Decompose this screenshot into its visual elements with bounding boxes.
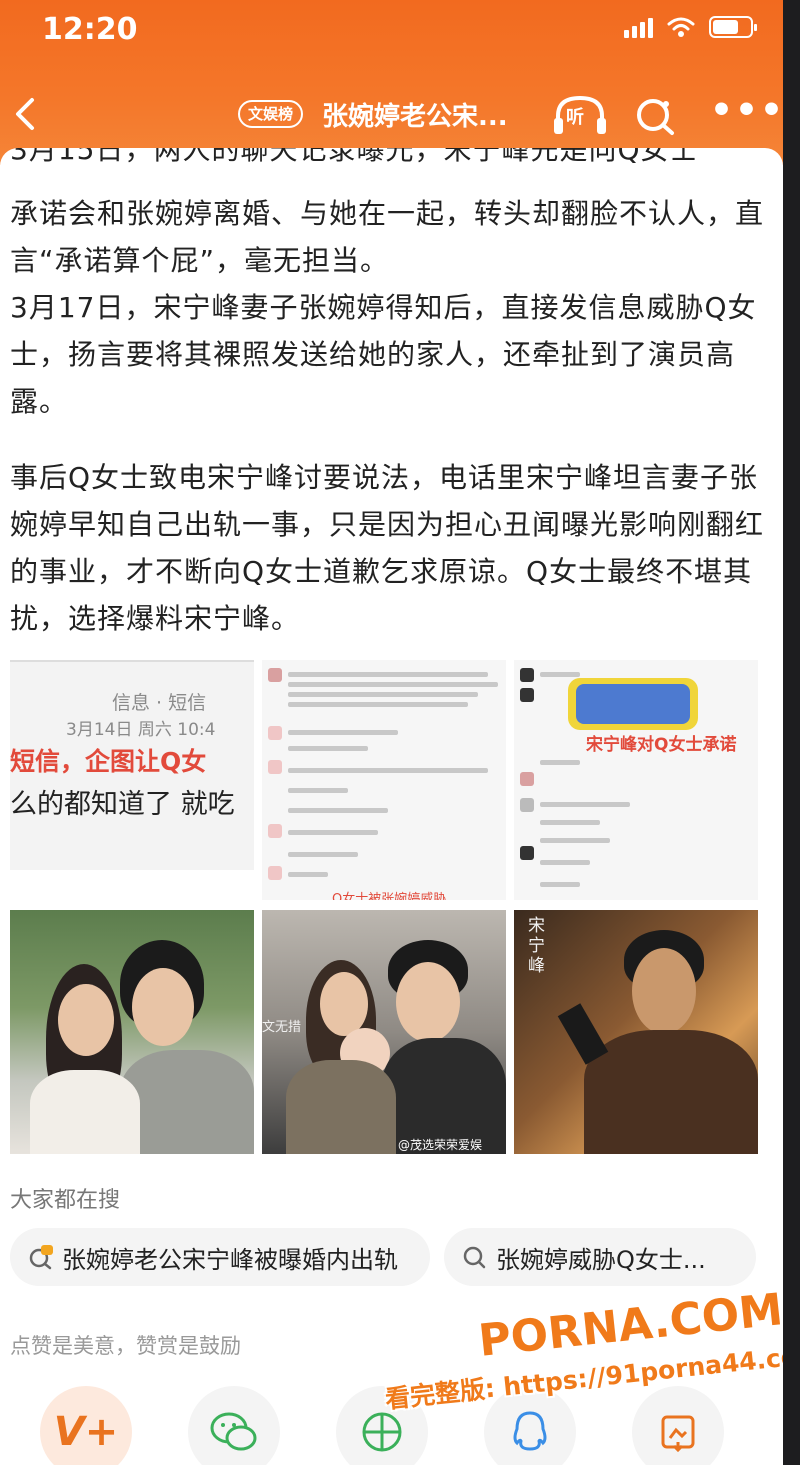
chat-screenshot-image[interactable]: 宋宁峰对Q女士承诺	[514, 660, 758, 900]
image-caption: Q女士被张婉婷威胁	[332, 892, 447, 900]
qq-icon	[513, 1411, 547, 1451]
image-watermark-text: @茂选荣荣爱娱	[398, 1138, 483, 1152]
couple-photo-image[interactable]	[10, 910, 254, 1154]
image-overlay-text: 文无措	[262, 1020, 302, 1035]
moments-icon	[362, 1412, 402, 1452]
search-suggestion-chip[interactable]: 张婉婷老公宋宁峰被曝婚内出轨	[10, 1228, 430, 1286]
more-button[interactable]: •••	[710, 93, 783, 129]
back-button[interactable]	[6, 92, 46, 136]
sms-message-text: 么的都知道了 就吃	[10, 789, 235, 820]
wifi-icon	[667, 17, 695, 37]
page-title: 张婉婷老公宋...	[322, 102, 508, 132]
save-image-icon	[661, 1415, 695, 1452]
avatar	[520, 772, 534, 786]
vip-icon: V+	[53, 1409, 119, 1455]
phone-prop	[557, 1003, 609, 1065]
actor-photo-image[interactable]: 宋宁峰	[514, 910, 758, 1154]
nav-bar: 文娱榜 张婉婷老公宋... 听 •••	[0, 82, 783, 148]
article-content: 3月15日，两人的聊天记录曝光，宋宁峰先是向Q女士 承诺会和张婉婷离婚、与她在一…	[0, 148, 783, 1465]
wechat-icon	[210, 1412, 257, 1451]
hot-search-icon	[29, 1245, 53, 1270]
search-suggestion-label: 张婉婷威胁Q女士...	[496, 1245, 706, 1274]
avatar	[520, 798, 534, 812]
article-text-clipped: 3月15日，两人的聊天记录曝光，宋宁峰先是向Q女士	[10, 148, 699, 166]
image-caption: 宋宁峰对Q女士承诺	[586, 735, 737, 755]
wechat-share-button[interactable]	[188, 1386, 280, 1465]
cellular-signal-icon	[624, 16, 653, 38]
sms-date-label: 3月14日 周六 10:4	[66, 720, 216, 740]
avatar	[268, 866, 282, 880]
article-paragraph: 承诺会和张婉婷离婚、与她在一起，转头却翻脸不认人，直言“承诺算个屁”，毫无担当。…	[10, 197, 765, 418]
listen-button[interactable]: 听	[552, 94, 608, 136]
sms-source-label: 信息 · 短信	[112, 692, 207, 714]
screen-edge	[783, 0, 800, 1465]
header: 12:20 文娱榜 张婉婷老公宋... 听 •••	[0, 0, 783, 165]
sticker-image	[568, 678, 698, 730]
sms-screenshot-image[interactable]: 信息 · 短信 3月14日 周六 10:4 短信，企图让Q女 么的都知道了 就吃	[10, 660, 254, 870]
avatar	[520, 846, 534, 860]
avatar	[268, 824, 282, 838]
avatar	[268, 726, 282, 740]
divider	[10, 660, 254, 662]
vip-share-button[interactable]: V+	[40, 1386, 132, 1465]
listen-label: 听	[566, 107, 584, 128]
status-time: 12:20	[42, 12, 138, 47]
avatar	[268, 760, 282, 774]
search-suggestion-label: 张婉婷老公宋宁峰被曝婚内出轨	[62, 1245, 398, 1274]
avatar	[268, 668, 282, 682]
sms-highlight-text: 短信，企图让Q女	[10, 747, 207, 776]
family-photo-image[interactable]: 文无措 @茂选荣荣爱娱	[262, 910, 506, 1154]
avatar	[520, 668, 534, 682]
reward-tip-text: 点赞是美意，赞赏是鼓励	[10, 1334, 241, 1358]
avatar	[520, 688, 534, 702]
status-icons	[624, 16, 757, 38]
battery-icon	[709, 16, 757, 38]
phone-screen: 12:20 文娱榜 张婉婷老公宋... 听 ••• 3月15日，两人的聊天记录曝…	[0, 0, 783, 1465]
topic-badge[interactable]: 文娱榜	[238, 100, 304, 128]
article-paragraph: 事后Q女士致电宋宁峰讨要说法，电话里宋宁峰坦言妻子张婉婷早知自己出轨一事，只是因…	[10, 461, 765, 635]
save-image-button[interactable]	[632, 1386, 724, 1465]
search-icon	[463, 1246, 486, 1269]
search-suggestion-chip[interactable]: 张婉婷威胁Q女士...	[444, 1228, 756, 1286]
search-icon[interactable]	[634, 96, 678, 136]
search-section-heading: 大家都在搜	[10, 1188, 121, 1213]
image-overlay-text: 宋宁峰	[528, 916, 545, 976]
chat-screenshot-image[interactable]: Q女士被张婉婷威胁	[262, 660, 506, 900]
